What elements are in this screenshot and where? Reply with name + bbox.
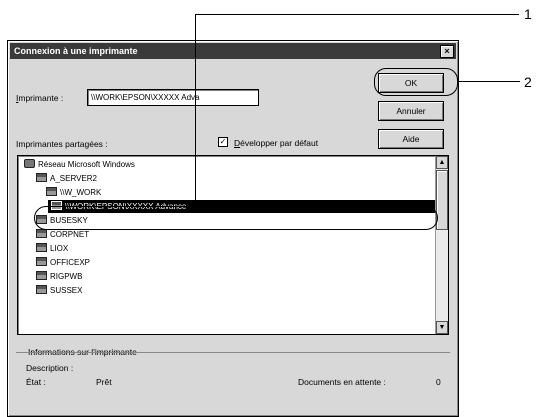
callout-line-1-horizontal <box>195 14 519 15</box>
dialog-title: Connexion à une imprimante <box>14 46 138 56</box>
callout-number-1: 1 <box>524 6 532 22</box>
queue-label: Documents en attente : <box>298 377 386 387</box>
computer-icon <box>36 229 47 238</box>
shared-printers-tree[interactable]: Réseau Microsoft Windows A_SERVER2 \\W_W… <box>17 155 449 335</box>
tree-item[interactable]: A_SERVER2 <box>36 172 97 185</box>
computer-icon <box>36 243 47 252</box>
computer-icon <box>36 285 47 294</box>
close-button[interactable]: × <box>440 45 454 58</box>
callout-line-1-vertical <box>195 14 196 206</box>
description-label: Description : <box>26 363 74 373</box>
cancel-button[interactable]: Annuler <box>378 101 444 121</box>
scroll-down-button[interactable]: ▼ <box>436 321 448 334</box>
expand-default-checkbox[interactable]: ✓ <box>218 137 228 147</box>
queue-value: 0 <box>436 377 441 387</box>
shared-printers-label: Imprimantes partagées : <box>16 139 108 149</box>
tree-item[interactable]: Réseau Microsoft Windows <box>24 158 135 171</box>
callout-number-2: 2 <box>524 74 532 90</box>
computer-icon <box>36 271 47 280</box>
printer-label: Imprimante : <box>16 93 64 103</box>
status-label: État : <box>26 377 46 387</box>
tree-item[interactable]: \\W_WORK <box>46 186 101 199</box>
computer-icon <box>46 187 57 196</box>
title-bar: Connexion à une imprimante × <box>10 43 456 59</box>
tree-scrollbar[interactable]: ▲ ▼ <box>435 156 448 334</box>
printer-path-field[interactable]: \\WORK\EPSON\XXXXX Adva <box>87 89 259 106</box>
help-button[interactable]: Aide <box>378 129 444 149</box>
tree-item[interactable]: LIOX <box>36 242 68 255</box>
computer-icon <box>36 257 47 266</box>
tree-item[interactable]: RIGPWB <box>36 270 82 283</box>
scroll-thumb[interactable] <box>436 170 448 230</box>
tree-item[interactable]: SUSSEX <box>36 284 82 297</box>
chevron-up-icon: ▲ <box>438 159 446 166</box>
status-value: Prêt <box>96 377 112 387</box>
scroll-up-button[interactable]: ▲ <box>436 156 448 169</box>
close-icon: × <box>444 46 450 56</box>
selected-printer-callout-oval <box>34 206 438 230</box>
network-icon <box>24 159 35 168</box>
callout-line-2 <box>458 81 520 82</box>
groupbox-divider <box>16 352 450 353</box>
computer-icon <box>36 173 47 182</box>
chevron-down-icon: ▼ <box>438 324 446 331</box>
expand-default-label: Développer par défaut <box>234 138 319 148</box>
ok-callout-oval <box>374 68 458 96</box>
tree-item[interactable]: OFFICEXP <box>36 256 90 269</box>
